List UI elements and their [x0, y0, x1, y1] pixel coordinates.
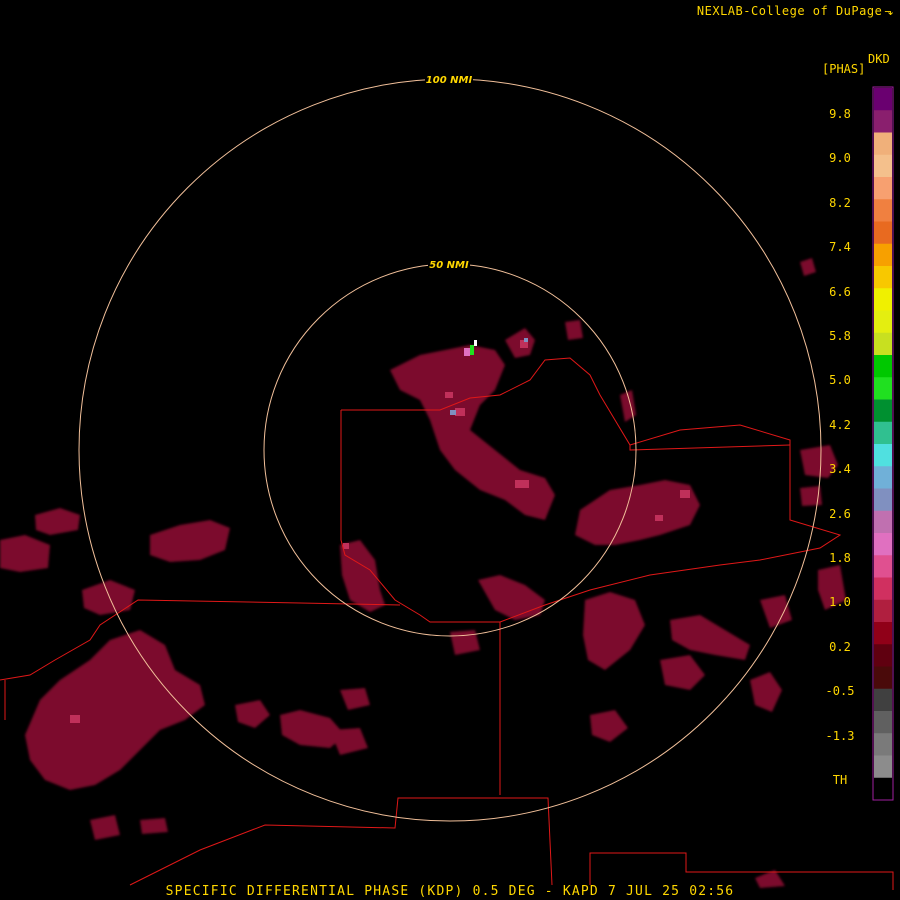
cod-logo-icon: ⬎: [884, 5, 894, 18]
color-scale-swatch: [874, 288, 892, 311]
color-scale-tick-label: 0.2: [829, 639, 851, 654]
echo-core: [655, 515, 663, 521]
color-scale-swatch: [874, 688, 892, 712]
range-ring-labels: 50 NMI 100 NMI: [425, 74, 473, 271]
color-scale-swatch: [874, 711, 892, 734]
echo-cell-west-band: [150, 520, 230, 562]
echo-core: [343, 543, 349, 549]
echo-cell-south-2: [330, 728, 368, 755]
color-scale-tick-label: -1.3: [825, 728, 855, 743]
color-scale-swatch: [874, 666, 892, 690]
echo-core: [445, 392, 453, 398]
color-scale-swatch: [874, 444, 892, 467]
color-scale-swatch: [874, 310, 892, 334]
echo-core: [455, 408, 465, 416]
echo-cell-west-3: [82, 580, 135, 615]
color-scale-tick-label: 9.8: [829, 107, 851, 121]
echo-cell-north: [390, 345, 555, 520]
color-scale-swatch: [874, 154, 892, 178]
color-scale-swatch: [874, 88, 892, 111]
echo-cell-far-south-2: [140, 818, 168, 834]
color-scale-swatch: [874, 199, 892, 222]
color-scale-swatch: [874, 221, 892, 245]
color-scale-tick-label: 5.0: [829, 373, 851, 388]
color-scale-swatch: [874, 555, 892, 578]
echo-cell-west-2: [35, 508, 80, 535]
color-scale-swatch: [874, 177, 892, 200]
color-scale-swatch: [874, 466, 892, 489]
color-scale-swatch: [874, 421, 892, 445]
echo-cell-north-2: [565, 320, 583, 340]
echo-cell-south-7: [760, 595, 792, 628]
color-scale-tick-label: 4.2: [829, 417, 851, 432]
state-boundary: [129, 797, 553, 886]
product-caption: SPECIFIC DIFFERENTIAL PHASE (KDP) 0.5 DE…: [165, 884, 735, 899]
credit-text: NEXLAB-College of DuPage ⬎: [697, 4, 894, 18]
color-scale-swatch: [874, 644, 892, 667]
echo-cell-south-6: [750, 672, 782, 712]
color-scale-tick-label: 7.4: [829, 240, 851, 255]
color-scale-swatch: [874, 355, 892, 378]
color-scale-swatch: [874, 510, 892, 534]
color-scale-swatch: [874, 377, 892, 400]
color-scale-swatch: [874, 399, 892, 423]
color-scale-tick-label: 2.6: [829, 506, 851, 521]
echo-cell-east: [575, 480, 700, 545]
state-boundary: [0, 599, 401, 681]
legend-product-label: DKD: [868, 52, 890, 66]
echo-cell-north-3: [800, 258, 816, 276]
color-scale-swatch: [874, 622, 892, 645]
color-scale-tick-label: 1.8: [829, 551, 851, 565]
color-scale-tick-label: TH: [832, 773, 848, 787]
echo-peak: [450, 410, 456, 415]
echo-cell-far-west: [0, 535, 50, 572]
echo-core: [70, 715, 80, 723]
color-scale-tick-label: 9.0: [829, 151, 851, 166]
radar-map: 50 NMI 100 NMI: [0, 74, 894, 890]
echo-cell-south-4: [340, 688, 370, 710]
legend-unit-label: [PHAS]: [822, 62, 866, 76]
color-scale-tick-label: 1.0: [829, 595, 851, 610]
color-scale-swatch: [874, 132, 892, 156]
color-scale-swatch: [874, 777, 892, 801]
color-scale-swatch: [874, 755, 892, 779]
echo-peak: [464, 348, 470, 356]
color-scale-swatch: [874, 599, 892, 623]
echo-core: [515, 480, 529, 488]
color-scale-tick-label: 3.4: [829, 462, 851, 477]
credit-label: NEXLAB-College of DuPage: [696, 4, 883, 18]
echo-cell-west-complex: [25, 630, 205, 790]
echo-cell-south: [478, 575, 545, 620]
color-scale-bar: [874, 88, 892, 801]
color-scale-tick-label: 8.2: [829, 195, 851, 210]
color-scale-swatch: [874, 488, 892, 512]
range-ring-label-50: 50 NMI: [429, 260, 469, 271]
color-scale-swatch: [874, 110, 892, 133]
color-scale-swatch: [874, 332, 892, 356]
county-boundary: [629, 444, 791, 451]
echo-cell-southeast-2: [670, 615, 750, 660]
range-ring-label-100: 100 NMI: [426, 75, 473, 86]
echo-peak: [524, 338, 528, 342]
echo-cell-south-3: [235, 700, 270, 728]
echo-core: [680, 490, 690, 498]
echo-peak: [470, 345, 474, 355]
echo-cell-southwest: [340, 540, 385, 612]
echo-peak: [474, 340, 477, 346]
echo-cell-south-5: [590, 710, 628, 742]
echo-cell-southeast: [583, 592, 645, 670]
color-scale-tick-label: 5.8: [829, 329, 851, 343]
color-scale-swatch: [874, 577, 892, 601]
color-scale-swatch: [874, 733, 892, 756]
color-scale-swatch: [874, 243, 892, 267]
color-scale-tick-label: -0.5: [825, 684, 855, 699]
color-scale-tick-label: 6.6: [829, 284, 851, 299]
echo-cell-south-9: [660, 655, 705, 690]
color-scale-swatch: [874, 533, 892, 556]
color-scale-swatch: [874, 266, 892, 289]
echo-field: [0, 258, 846, 888]
echo-cell-far-south: [90, 815, 120, 840]
